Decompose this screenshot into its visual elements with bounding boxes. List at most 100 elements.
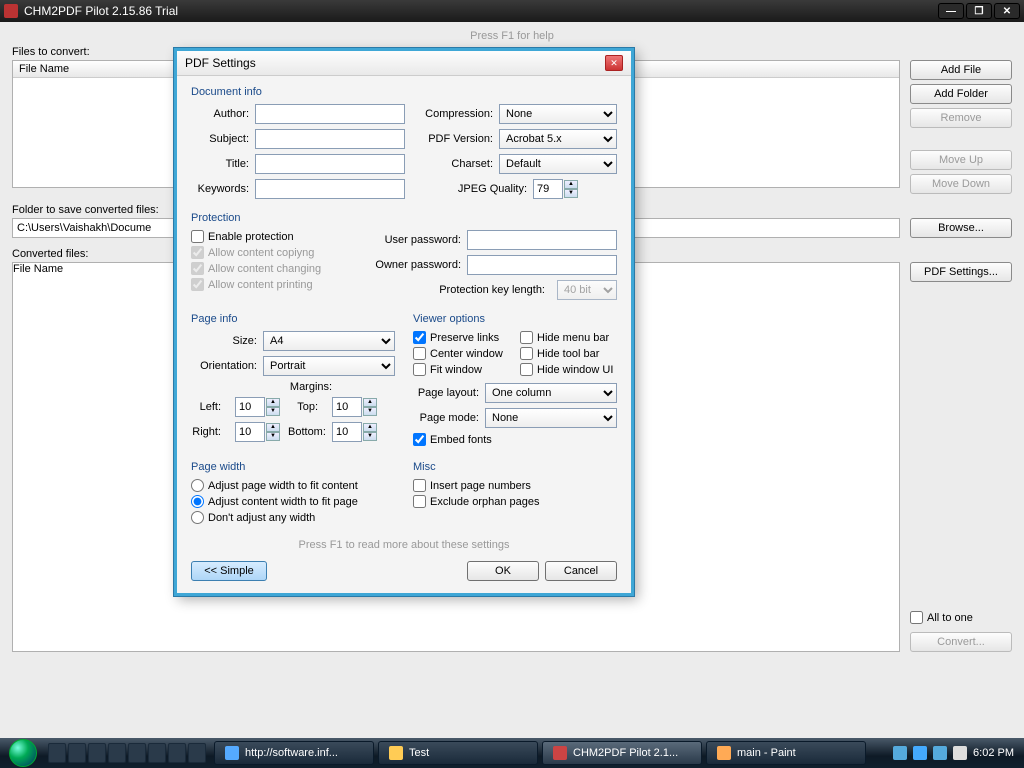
close-button[interactable]: ✕ <box>994 3 1020 19</box>
clock[interactable]: 6:02 PM <box>973 747 1014 759</box>
app-icon <box>553 746 567 760</box>
move-down-button[interactable]: Move Down <box>910 174 1012 194</box>
add-file-button[interactable]: Add File <box>910 60 1012 80</box>
help-hint: Press F1 for help <box>12 30 1012 42</box>
hide-ui-checkbox[interactable] <box>520 363 533 376</box>
margin-bottom-spinner[interactable]: ▲▼ <box>363 423 377 441</box>
margin-left-label: Left: <box>191 401 227 413</box>
no-adjust-label: Don't adjust any width <box>208 512 315 524</box>
allow-copy-checkbox <box>191 246 204 259</box>
allow-change-checkbox <box>191 262 204 275</box>
allow-print-checkbox <box>191 278 204 291</box>
margin-top-spinner[interactable]: ▲▼ <box>363 398 377 416</box>
margins-label: Margins: <box>227 381 395 393</box>
enable-protection-label: Enable protection <box>208 231 294 243</box>
orientation-select[interactable]: Portrait <box>263 356 395 376</box>
start-button[interactable] <box>4 738 42 768</box>
jpeg-quality-spinner[interactable]: ▲▼ <box>564 180 578 198</box>
hide-menu-checkbox[interactable] <box>520 331 533 344</box>
subject-input[interactable] <box>255 129 405 149</box>
margin-right-input[interactable] <box>235 422 265 442</box>
convert-button[interactable]: Convert... <box>910 632 1012 652</box>
keywords-input[interactable] <box>255 179 405 199</box>
fit-window-checkbox[interactable] <box>413 363 426 376</box>
subject-label: Subject: <box>191 133 255 145</box>
all-to-one-checkbox[interactable] <box>910 611 923 624</box>
volume-icon[interactable] <box>953 746 967 760</box>
hide-tool-checkbox[interactable] <box>520 347 533 360</box>
tray-icon[interactable] <box>933 746 947 760</box>
page-mode-select[interactable]: None <box>485 408 617 428</box>
window-title: CHM2PDF Pilot 2.15.86 Trial <box>24 4 178 18</box>
maximize-button[interactable]: ❐ <box>966 3 992 19</box>
dialog-titlebar[interactable]: PDF Settings ✕ <box>177 51 631 76</box>
quick-launch-icon[interactable] <box>128 743 146 763</box>
user-password-label: User password: <box>367 234 467 246</box>
size-label: Size: <box>191 335 263 347</box>
ie-icon <box>225 746 239 760</box>
quick-launch <box>48 743 206 763</box>
margin-bottom-input[interactable] <box>332 422 362 442</box>
ok-button[interactable]: OK <box>467 561 539 581</box>
exclude-orphan-checkbox[interactable] <box>413 495 426 508</box>
page-layout-select[interactable]: One column <box>485 383 617 403</box>
add-folder-button[interactable]: Add Folder <box>910 84 1012 104</box>
pdf-settings-dialog: PDF Settings ✕ Document info Author: Sub… <box>174 48 634 596</box>
allow-print-label: Allow content printing <box>208 279 313 291</box>
exclude-orphan-label: Exclude orphan pages <box>430 496 539 508</box>
simple-button[interactable]: << Simple <box>191 561 267 581</box>
compression-select[interactable]: None <box>499 104 617 124</box>
jpeg-quality-input[interactable] <box>533 179 563 199</box>
margin-right-spinner[interactable]: ▲▼ <box>266 423 280 441</box>
remove-button[interactable]: Remove <box>910 108 1012 128</box>
adjust-content-width-radio[interactable] <box>191 495 204 508</box>
browse-button[interactable]: Browse... <box>910 218 1012 238</box>
key-length-label: Protection key length: <box>439 284 551 296</box>
taskbar-item[interactable]: CHM2PDF Pilot 2.1... <box>542 741 702 765</box>
quick-launch-icon[interactable] <box>188 743 206 763</box>
size-select[interactable]: A4 <box>263 331 395 351</box>
dialog-close-button[interactable]: ✕ <box>605 55 623 71</box>
taskbar-item[interactable]: main - Paint <box>706 741 866 765</box>
app-icon <box>4 4 18 18</box>
bluetooth-icon[interactable] <box>913 746 927 760</box>
taskbar-item[interactable]: http://software.inf... <box>214 741 374 765</box>
taskbar-item[interactable]: Test <box>378 741 538 765</box>
key-length-select: 40 bit <box>557 280 617 300</box>
quick-launch-icon[interactable] <box>148 743 166 763</box>
title-input[interactable] <box>255 154 405 174</box>
owner-password-label: Owner password: <box>367 259 467 271</box>
move-up-button[interactable]: Move Up <box>910 150 1012 170</box>
author-label: Author: <box>191 108 255 120</box>
charset-label: Charset: <box>423 158 499 170</box>
quick-launch-icon[interactable] <box>168 743 186 763</box>
margin-left-spinner[interactable]: ▲▼ <box>266 398 280 416</box>
pdf-settings-button[interactable]: PDF Settings... <box>910 262 1012 282</box>
title-label: Title: <box>191 158 255 170</box>
margin-top-input[interactable] <box>332 397 362 417</box>
pdf-version-select[interactable]: Acrobat 5.x <box>499 129 617 149</box>
hide-tool-label: Hide tool bar <box>537 348 599 360</box>
center-window-checkbox[interactable] <box>413 347 426 360</box>
enable-protection-checkbox[interactable] <box>191 230 204 243</box>
preserve-links-checkbox[interactable] <box>413 331 426 344</box>
adjust-page-width-radio[interactable] <box>191 479 204 492</box>
quick-launch-icon[interactable] <box>68 743 86 763</box>
charset-select[interactable]: Default <box>499 154 617 174</box>
embed-fonts-checkbox[interactable] <box>413 433 426 446</box>
quick-launch-icon[interactable] <box>108 743 126 763</box>
no-adjust-radio[interactable] <box>191 511 204 524</box>
quick-launch-icon[interactable] <box>48 743 66 763</box>
author-input[interactable] <box>255 104 405 124</box>
adjust-page-width-label: Adjust page width to fit content <box>208 480 358 492</box>
margin-bottom-label: Bottom: <box>288 426 324 438</box>
insert-page-numbers-checkbox[interactable] <box>413 479 426 492</box>
tray-icon[interactable] <box>893 746 907 760</box>
user-password-input <box>467 230 617 250</box>
quick-launch-icon[interactable] <box>88 743 106 763</box>
document-info-group: Document info <box>191 86 617 98</box>
dialog-title: PDF Settings <box>185 56 256 70</box>
cancel-button[interactable]: Cancel <box>545 561 617 581</box>
minimize-button[interactable]: — <box>938 3 964 19</box>
margin-left-input[interactable] <box>235 397 265 417</box>
